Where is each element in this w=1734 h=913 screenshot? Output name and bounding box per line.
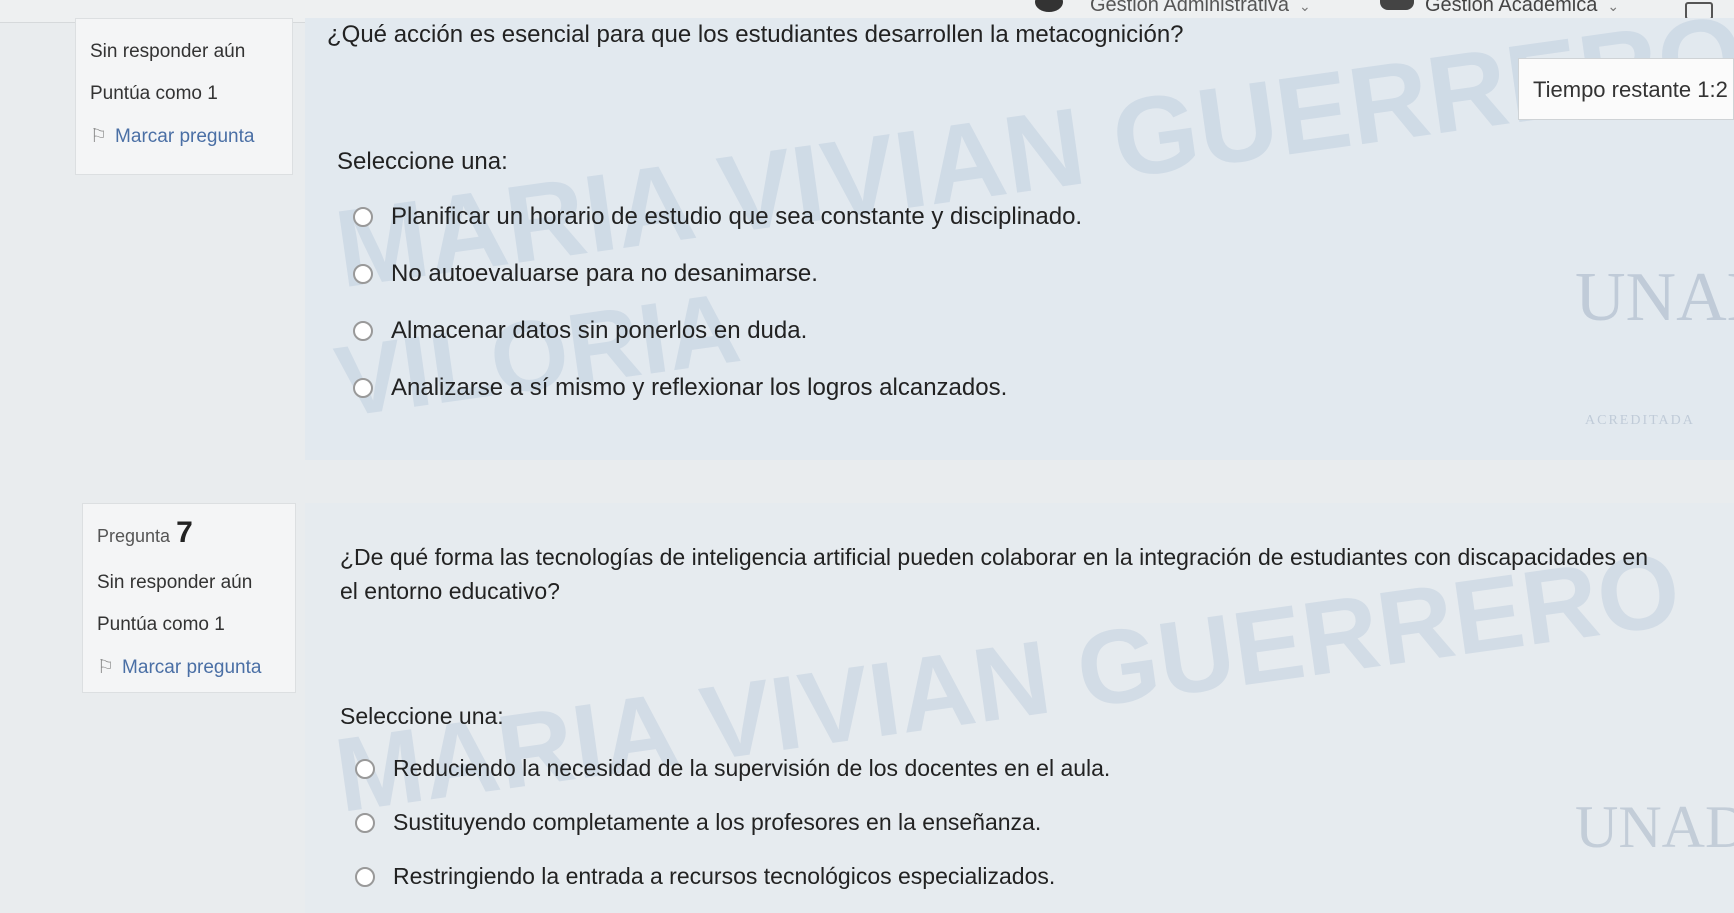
time-remaining-box: Tiempo restante 1:2 <box>1518 58 1734 120</box>
answer-option[interactable]: Reduciendo la necesidad de la supervisió… <box>355 755 1110 782</box>
answer-option-label: Reduciendo la necesidad de la supervisió… <box>393 755 1111 781</box>
nav-admin-label: Gestión Administrativa <box>1090 0 1289 16</box>
mortarboard-icon <box>1380 0 1414 10</box>
question-text-line-2: el entorno educativo? <box>340 578 560 604</box>
question-score: Puntúa como 1 <box>90 83 218 104</box>
flag-question-label: Marcar pregunta <box>122 657 262 678</box>
question-score: Puntúa como 1 <box>97 614 225 635</box>
chevron-down-icon: ⌄ <box>1298 0 1311 14</box>
question-number-label: Pregunta <box>97 526 171 546</box>
answer-option[interactable]: Restringiendo la entrada a recursos tecn… <box>355 863 1055 890</box>
nav-academic-menu[interactable]: Gestión Académica ⌄ <box>1425 0 1619 17</box>
answer-option-label: Sustituyendo completamente a los profeso… <box>393 809 1042 835</box>
unad-logo-subtitle: ACREDITADA <box>1585 413 1695 428</box>
radio-icon[interactable] <box>353 321 373 341</box>
question-number-value: 7 <box>176 516 193 549</box>
radio-icon[interactable] <box>353 207 373 227</box>
answer-option[interactable]: No autoevaluarse para no desanimarse. <box>353 260 818 288</box>
question-text-line-1: ¿De qué forma las tecnologías de intelig… <box>340 544 1648 570</box>
flag-question-label: Marcar pregunta <box>115 126 255 147</box>
flag-question-link[interactable]: ⚐ Marcar pregunta <box>97 656 281 679</box>
select-one-label: Seleccione una: <box>340 703 504 729</box>
answer-option[interactable]: Analizarse a sí mismo y reflexionar los … <box>353 374 1007 402</box>
unad-logo-watermark: UNAD <box>1575 259 1734 336</box>
watermark-surname: VILORIA <box>329 271 747 439</box>
answer-option[interactable]: Planificar un horario de estudio que sea… <box>353 203 1082 231</box>
question-info-box: Sin responder aún Puntúa como 1 ⚐ Marcar … <box>75 18 293 175</box>
answer-option-label: Analizarse a sí mismo y reflexionar los … <box>391 374 1008 401</box>
radio-icon[interactable] <box>353 378 373 398</box>
answer-option[interactable]: Sustituyendo completamente a los profeso… <box>355 809 1041 836</box>
chevron-down-icon: ⌄ <box>1607 0 1620 14</box>
answer-option[interactable]: Almacenar datos sin ponerlos en duda. <box>353 317 807 345</box>
flag-question-link[interactable]: ⚐ Marcar pregunta <box>90 125 278 148</box>
question-info-box: Pregunta 7 Sin responder aún Puntúa como … <box>82 503 296 693</box>
question-text: ¿Qué acción es esencial para que los est… <box>327 21 1184 48</box>
answer-option-label: No autoevaluarse para no desanimarse. <box>391 260 818 287</box>
question-number: Pregunta 7 <box>97 516 281 550</box>
flag-icon: ⚐ <box>90 126 108 147</box>
answer-option-label: Planificar un horario de estudio que sea… <box>391 203 1083 230</box>
select-one-label: Seleccione una: <box>337 148 508 175</box>
nav-academic-label: Gestión Académica <box>1425 0 1598 16</box>
unad-logo-watermark: UNAD <box>1575 794 1734 860</box>
answer-option-label: Almacenar datos sin ponerlos en duda. <box>391 317 808 344</box>
user-menu-icon[interactable] <box>1035 0 1063 12</box>
flag-icon: ⚐ <box>97 657 115 678</box>
nav-admin-menu[interactable]: Gestión Administrativa ⌄ <box>1090 0 1311 17</box>
question-content: MARIA VIVIAN GUERRERO UNAD ¿De qué forma… <box>305 503 1734 913</box>
radio-icon[interactable] <box>355 866 375 887</box>
radio-icon[interactable] <box>355 758 375 779</box>
radio-icon[interactable] <box>353 264 373 284</box>
radio-icon[interactable] <box>355 812 375 833</box>
question-status: Sin responder aún <box>90 41 246 62</box>
answer-option-label: Restringiendo la entrada a recursos tecn… <box>393 863 1056 889</box>
question-status: Sin responder aún <box>97 572 253 593</box>
